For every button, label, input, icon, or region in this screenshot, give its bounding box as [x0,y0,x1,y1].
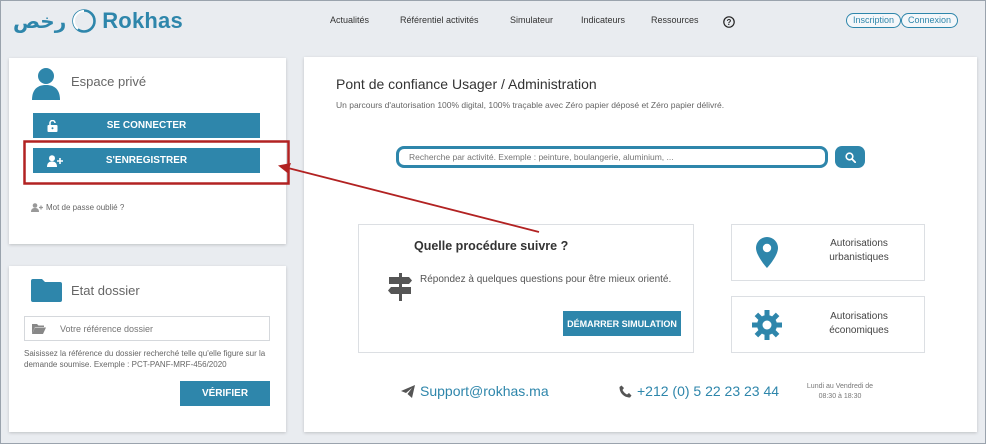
nav-item-indicateurs[interactable]: Indicateurs [581,15,625,25]
folder-open-icon [32,324,46,334]
brand-logo[interactable]: رخص Rokhas [13,6,183,36]
login-button[interactable]: Connexion [901,13,959,28]
nav-item-simulateur[interactable]: Simulateur [510,15,553,25]
main-title: Pont de confiance Usager / Administratio… [336,76,597,92]
search-icon [844,151,856,163]
user-add-small-icon [31,203,43,212]
activity-search-input[interactable] [396,146,828,168]
register-button-label: S'ENREGISTRER [105,155,188,166]
opening-hours-time: 08:30 à 18:30 [818,393,862,400]
economic-tile-label: Autorisations économiques [829,311,889,336]
nav-item-ressources[interactable]: Ressources [651,15,699,25]
etat-dossier-title: Etat dossier [71,283,140,298]
phone-contact[interactable]: +212 (0) 5 22 23 23 44 [619,383,779,399]
connect-button-label: SE CONNECTER [106,120,187,131]
register-button[interactable]: S'ENREGISTRER [33,148,260,173]
espace-prive-title: Espace privé [71,74,147,89]
forgot-password-text: Mot de passe oublié ? [46,203,125,212]
help-icon[interactable]: ? [723,16,735,28]
svg-text:?: ? [727,18,732,27]
signpost-icon [388,273,412,301]
search-button[interactable] [835,146,865,168]
opening-hours: Lundi au Vendredi de 08:30 à 18:30 [800,382,880,402]
brand-arabic: رخص [13,9,67,33]
folder-icon [31,279,62,302]
urbanistic-tile[interactable]: Autorisations urbanistiques [731,224,925,281]
nav-item-referentiel[interactable]: Référentiel activités [400,15,479,25]
main-panel: Pont de confiance Usager / Administratio… [304,57,977,432]
main-subtitle: Un parcours d'autorisation 100% digital,… [336,100,725,110]
support-email: Support@rokhas.ma [420,383,549,399]
forgot-password-link[interactable]: Mot de passe oublié ? [31,202,124,213]
gear-icon [752,310,782,340]
procedure-text: Répondez à quelques questions pour être … [420,274,672,285]
user-icon [32,68,60,100]
phone-number: +212 (0) 5 22 23 23 44 [637,383,780,399]
signup-button[interactable]: Inscription [846,13,902,28]
procedure-title: Quelle procédure suivre ? [414,239,569,253]
verify-button[interactable]: VÉRIFIER [180,381,270,406]
rokhas-logo-icon [72,9,97,33]
paper-plane-icon [401,384,415,398]
brand-name: Rokhas [102,8,183,33]
nav-item-actualites[interactable]: Actualités [330,15,369,25]
economic-tile[interactable]: Autorisations économiques [731,296,925,353]
espace-prive-card: Espace privé SE CONNECTER S'ENREGISTRER … [9,58,286,244]
top-bar: رخص Rokhas Actualités Référentiel activi… [1,1,985,43]
add-user-icon [47,154,63,167]
map-marker-icon [756,237,778,268]
phone-icon [619,385,632,397]
procedure-box: Quelle procédure suivre ? Répondez à que… [358,224,694,353]
unlock-icon [47,119,58,132]
dossier-help-text: Saisissez la référence du dossier recher… [24,349,266,369]
etat-dossier-card: Etat dossier Saisissez la référence du d… [9,266,286,432]
dossier-reference-input[interactable] [24,316,270,341]
connect-button[interactable]: SE CONNECTER [33,113,260,138]
opening-hours-days: Lundi au Vendredi de [806,383,874,390]
start-simulation-button[interactable]: DÉMARRER SIMULATION [563,311,681,336]
support-email-link[interactable]: Support@rokhas.ma [401,383,549,399]
urbanistic-tile-label: Autorisations urbanistiques [829,238,889,263]
